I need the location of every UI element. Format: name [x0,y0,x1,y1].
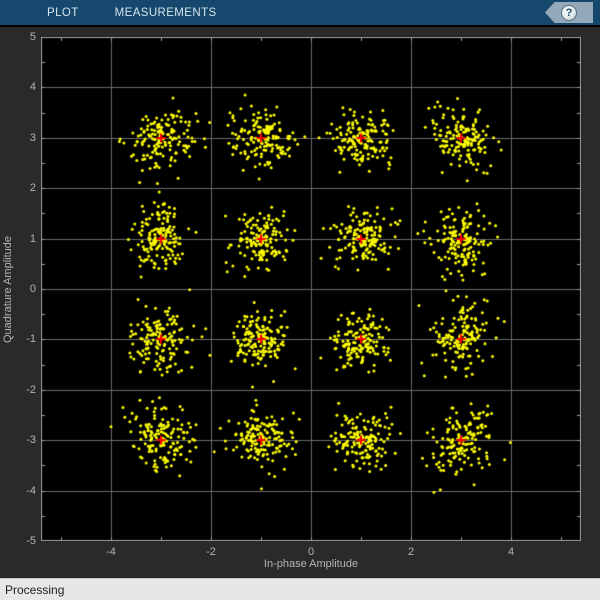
help-button[interactable]: ? [545,2,593,23]
y-tick-label: 1 [29,232,36,245]
y-tick-label: -5 [26,535,36,547]
y-tick-label: 4 [29,81,36,94]
tab-measurements[interactable]: MEASUREMENTS [115,7,217,19]
y-tick-label: 5 [29,31,36,43]
x-tick-label: 2 [407,546,415,558]
tab-plot[interactable]: PLOT [47,7,79,19]
x-tick-label: -2 [206,546,216,558]
figure-area: Quadrature Amplitude In-phase Amplitude … [0,29,600,578]
x-tick-label: 0 [307,546,315,558]
y-tick-label: -4 [26,484,36,497]
y-tick-label: 2 [29,182,36,195]
y-tick-label: -3 [26,434,36,447]
status-text: Processing [5,582,65,597]
x-tick-label: 4 [507,546,515,558]
constellation-diagram-window: PLOT MEASUREMENTS ? Quadrature Amplitude… [0,0,600,600]
status-bar: Processing [0,578,600,600]
help-icon: ? [561,4,577,21]
constellation-plot[interactable] [41,37,581,541]
y-tick-label: 0 [29,283,36,295]
y-tick-label: -1 [26,333,36,346]
y-tick-label: -2 [26,383,36,396]
x-axis-label: In-phase Amplitude [263,558,359,570]
toolstrip: PLOT MEASUREMENTS ? [0,0,600,27]
x-tick-label: -4 [106,546,116,558]
y-tick-label: 3 [29,131,36,144]
